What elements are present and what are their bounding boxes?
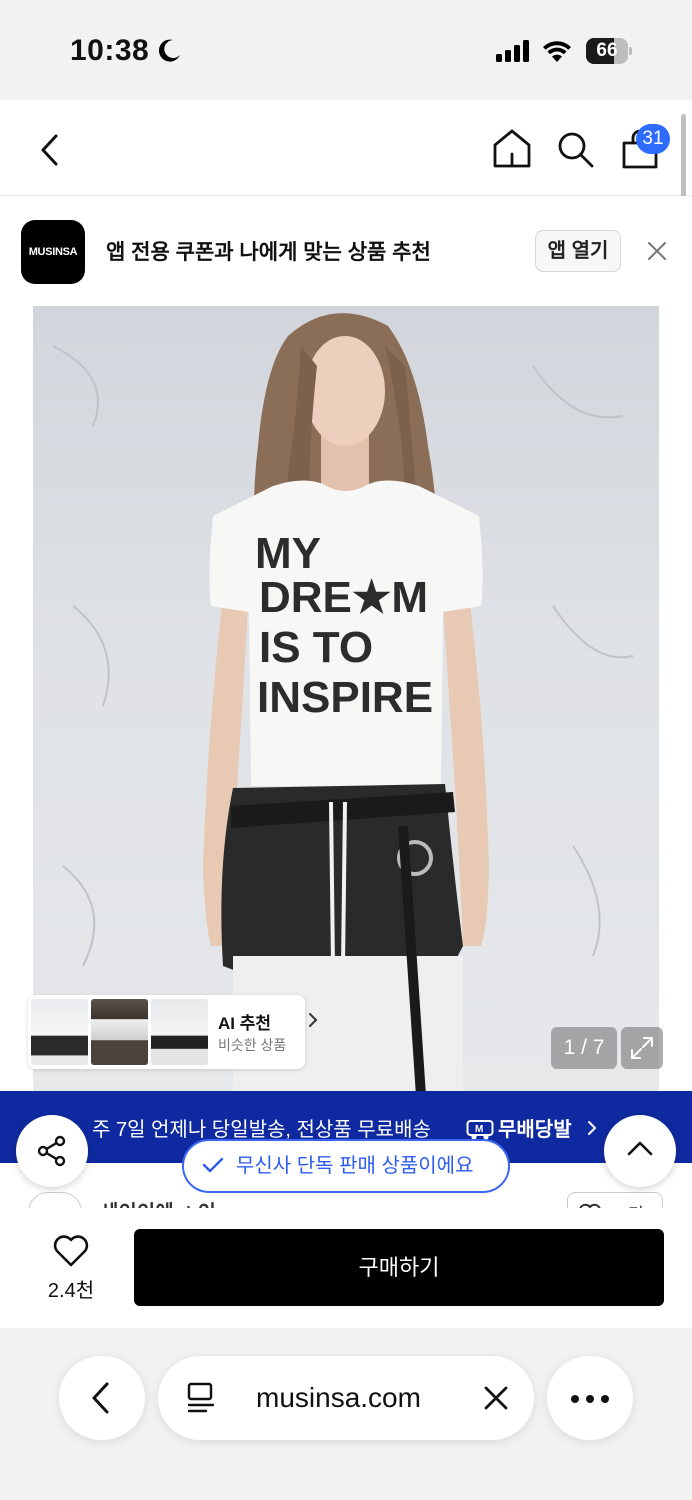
shirt-text-line: IS TO [259,623,373,672]
ai-recommendation-subtitle: 비슷한 상품 [218,1037,287,1053]
address-bar[interactable]: musinsa.com [158,1356,534,1440]
battery-percent: 66 [596,40,618,61]
clock: 10:38 [70,34,150,67]
browser-toolbar: musinsa.com [0,1328,692,1500]
free-delivery-label: 무배당발 [498,1119,572,1141]
expand-image-button[interactable] [621,1027,663,1069]
chevron-left-icon [92,1382,109,1414]
url-text: musinsa.com [256,1382,421,1413]
app-install-banner: MUSINSA 앱 전용 쿠폰과 나에게 맞는 상품 추천 앱 열기 [0,196,692,306]
shirt-text-line: DRE★M [259,573,428,622]
chevron-right-icon [309,1013,318,1027]
product-image[interactable]: MY DRE★M IS TO INSPIRE [33,306,659,1096]
banner-message: 앱 전용 쿠폰과 나에게 맞는 상품 추천 [106,241,431,264]
battery-indicator: 66 [586,38,632,64]
search-icon[interactable] [556,130,596,170]
shirt-text-line: MY [255,529,321,578]
chevron-right-icon [588,1121,597,1135]
cart-count-badge: 31 [636,124,670,154]
cellular-signal-icon [496,40,529,62]
share-icon [37,1135,66,1167]
wishlist-count: 2.4천 [47,1280,95,1302]
musinsa-logo: MUSINSA [21,220,85,284]
recommendation-thumbnail[interactable] [31,999,88,1065]
recommendation-thumbnail[interactable] [91,999,148,1065]
buy-button[interactable]: 구매하기 [134,1229,664,1306]
browser-more-button[interactable] [547,1356,633,1440]
more-dots-icon [571,1395,609,1403]
top-navigation [0,100,692,196]
image-counter: 1 / 7 [551,1027,617,1069]
delivery-truck-icon: M [466,1120,494,1140]
scroll-to-top-button[interactable] [604,1115,676,1187]
wifi-icon [543,41,571,62]
chevron-up-icon [627,1141,653,1156]
promo-text: 주 7일 언제나 당일발송, 전상품 무료배송 [92,1119,431,1141]
product-photo-illustration: MY DRE★M IS TO INSPIRE [52,313,634,1096]
shirt-text-line: INSPIRE [257,673,433,722]
share-button[interactable] [16,1115,88,1187]
open-app-button[interactable]: 앱 열기 [535,230,621,272]
home-icon[interactable] [490,126,534,170]
checkmark-icon [202,1157,224,1173]
page-menu-icon[interactable] [186,1382,216,1414]
ai-recommendation-card[interactable]: AI 추천 비슷한 상품 [28,995,318,1069]
browser-back-button[interactable] [59,1356,145,1440]
moon-icon [158,39,180,62]
purchase-action-bar: 2.4천 구매하기 [0,1208,692,1328]
close-icon[interactable] [646,240,668,262]
recommendation-thumbnail[interactable] [151,999,208,1065]
close-icon[interactable] [482,1384,510,1412]
expand-icon [631,1037,653,1059]
ai-recommendation-title: AI 추천 [218,1014,272,1033]
exclusive-sale-pill: 무신사 단독 판매 상품이에요 [182,1139,510,1193]
heart-icon[interactable] [52,1234,90,1268]
back-arrow-icon[interactable] [30,128,70,172]
free-delivery-badge: M 무배당발 [466,1113,572,1142]
status-bar: 10:38 66 [0,0,692,100]
svg-text:M: M [475,1124,483,1135]
